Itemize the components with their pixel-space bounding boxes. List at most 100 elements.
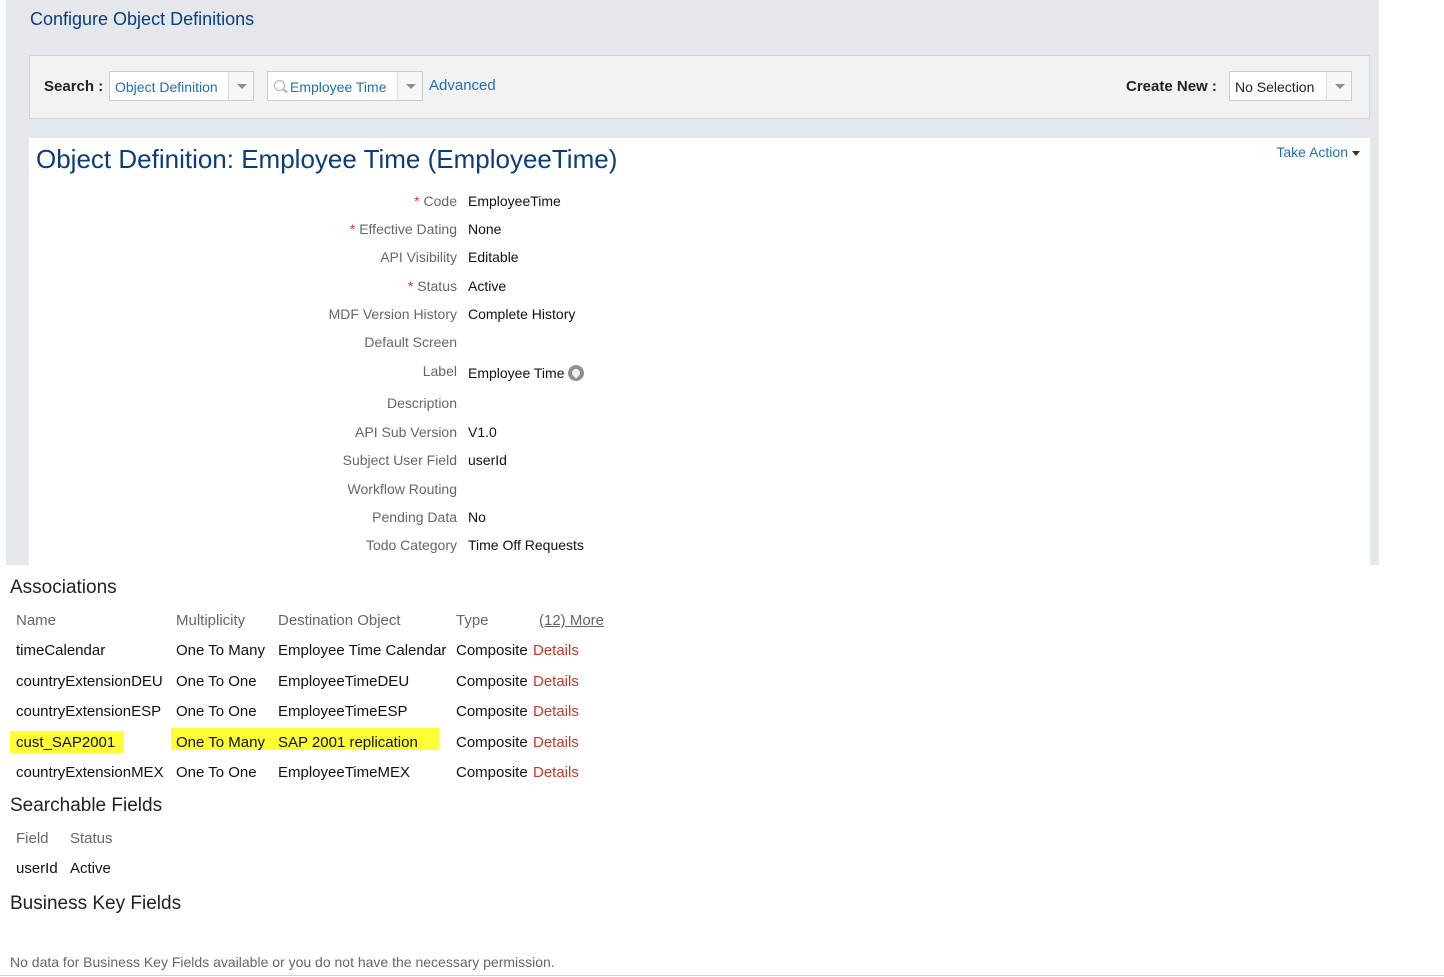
create-new-value: No Selection <box>1235 79 1315 95</box>
column-header-multiplicity: Multiplicity <box>176 612 246 629</box>
association-destination: Employee Time Calendar <box>278 642 447 659</box>
caret-down-icon <box>1352 150 1360 156</box>
column-header-status: Status <box>70 830 113 847</box>
field-value: Employee Time <box>468 365 565 381</box>
more-associations-link[interactable]: (12) More <box>539 612 604 629</box>
field-label: Status <box>417 278 457 294</box>
field-row-effective-dating: * Effective Dating None <box>29 221 729 241</box>
field-label: MDF Version History <box>328 306 457 322</box>
association-type: Composite <box>456 764 528 781</box>
create-new-dropdown[interactable]: No Selection <box>1229 71 1352 101</box>
association-destination: EmployeeTimeDEU <box>278 673 410 690</box>
field-value: Complete History <box>468 306 576 322</box>
association-destination: SAP 2001 replication <box>278 734 418 751</box>
column-header-destination-object: Destination Object <box>278 612 401 629</box>
business-key-empty-message: No data for Business Key Fields availabl… <box>10 954 555 970</box>
searchable-fields-title: Searchable Fields <box>10 795 163 816</box>
association-destination: EmployeeTimeESP <box>278 703 408 720</box>
advanced-search-link[interactable]: Advanced <box>429 77 496 94</box>
field-value: EmployeeTime <box>468 193 561 209</box>
required-marker: * <box>407 278 414 294</box>
chevron-down-icon[interactable] <box>1326 72 1351 100</box>
search-bar: Search : Object Definition Employee Time… <box>29 55 1370 119</box>
chevron-down-icon[interactable] <box>397 72 422 100</box>
details-link[interactable]: Details <box>533 642 579 659</box>
field-value: Editable <box>468 249 519 265</box>
association-multiplicity: One To One <box>176 703 257 720</box>
field-row-api-sub-version: API Sub Version V1.0 <box>29 424 729 444</box>
field-row-api-visibility: API Visibility Editable <box>29 249 729 269</box>
association-name: countryExtensionESP <box>16 703 162 720</box>
details-link[interactable]: Details <box>533 764 579 781</box>
field-value: No <box>468 509 486 525</box>
field-row-status: * Status Active <box>29 278 729 298</box>
field-row-code: * Code EmployeeTime <box>29 193 729 213</box>
field-label: Default Screen <box>364 334 457 350</box>
details-link[interactable]: Details <box>533 734 579 751</box>
business-key-fields-title: Business Key Fields <box>10 893 182 914</box>
field-label: API Sub Version <box>355 424 457 440</box>
field-row-description: Description <box>29 395 729 415</box>
chevron-down-icon[interactable] <box>228 72 253 100</box>
column-header-field: Field <box>16 830 49 847</box>
translate-globe-icon[interactable] <box>568 365 585 382</box>
field-label: API Visibility <box>380 249 457 265</box>
association-type: Composite <box>456 734 528 751</box>
search-icon <box>274 80 285 91</box>
field-label: Code <box>423 193 457 209</box>
field-label: Description <box>386 395 457 411</box>
field-label: Todo Category <box>365 537 457 553</box>
field-row-todo-category: Todo Category Time Off Requests <box>29 537 729 557</box>
association-name: countryExtensionDEU <box>16 673 163 690</box>
take-action-menu[interactable]: Take Action <box>1276 144 1360 160</box>
field-value: V1.0 <box>468 424 497 440</box>
association-name: timeCalendar <box>16 642 106 659</box>
field-row-pending-data: Pending Data No <box>29 509 729 529</box>
association-multiplicity: One To Many <box>176 642 265 659</box>
field-label: Subject User Field <box>342 452 457 468</box>
details-link[interactable]: Details <box>533 673 579 690</box>
take-action-label: Take Action <box>1276 144 1348 160</box>
column-header-type: Type <box>456 612 489 629</box>
association-destination: EmployeeTimeMEX <box>278 764 410 781</box>
association-name: cust_SAP2001 <box>16 734 116 751</box>
association-multiplicity: One To One <box>176 673 257 690</box>
search-label: Search : <box>44 78 104 95</box>
field-label: Pending Data <box>372 509 457 525</box>
searchable-field-name: userId <box>16 860 58 877</box>
association-multiplicity: One To Many <box>176 734 265 751</box>
column-header-name: Name <box>16 612 57 629</box>
object-type-dropdown[interactable]: Object Definition <box>109 71 254 101</box>
field-label: Effective Dating <box>359 221 457 237</box>
association-type: Composite <box>456 673 528 690</box>
association-type: Composite <box>456 642 528 659</box>
association-name: countryExtensionMEX <box>16 764 164 781</box>
object-search-combobox[interactable]: Employee Time <box>267 71 423 101</box>
field-label: Label <box>422 363 457 379</box>
field-row-workflow-routing: Workflow Routing <box>29 481 729 501</box>
field-row-mdf-version-history: MDF Version History Complete History <box>29 306 729 326</box>
create-new-label: Create New : <box>1126 78 1217 95</box>
required-marker: * <box>414 193 420 209</box>
field-row-default-screen: Default Screen <box>29 334 729 354</box>
association-multiplicity: One To One <box>176 764 257 781</box>
details-link[interactable]: Details <box>533 703 579 720</box>
page-title: Configure Object Definitions <box>30 9 255 29</box>
associations-title: Associations <box>10 577 117 598</box>
object-definition-card: Object Definition: Employee Time (Employ… <box>29 138 1370 565</box>
association-type: Composite <box>456 703 528 720</box>
field-value: Active <box>468 278 507 294</box>
field-label: Workflow Routing <box>347 481 457 497</box>
field-value: userId <box>468 452 507 468</box>
field-row-label: Label Employee Time <box>29 363 729 383</box>
searchable-field-status: Active <box>70 860 111 877</box>
divider <box>0 975 1444 976</box>
field-row-subject-user-field: Subject User Field userId <box>29 452 729 472</box>
field-value: Time Off Requests <box>468 537 584 553</box>
object-search-value: Employee Time <box>290 79 387 95</box>
header-panel: Configure Object Definitions Search : Ob… <box>6 0 1379 565</box>
required-marker: * <box>349 221 356 237</box>
object-definition-title: Object Definition: Employee Time (Employ… <box>36 144 618 174</box>
object-type-value: Object Definition <box>115 79 218 95</box>
field-value: None <box>468 221 502 237</box>
